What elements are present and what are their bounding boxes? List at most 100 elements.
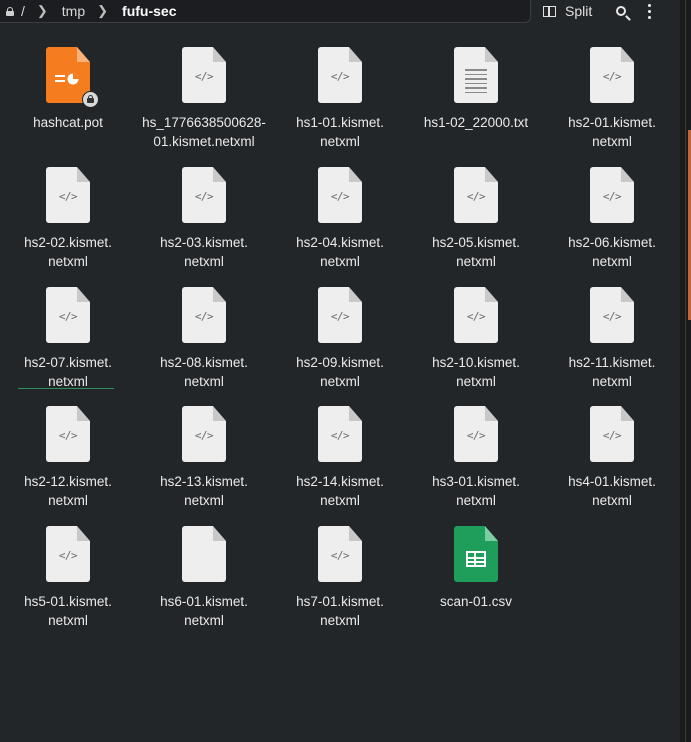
- file-item[interactable]: </> hs2-14.kismet. netxml: [272, 399, 408, 510]
- file-name-line: hs2-05.kismet.: [432, 235, 520, 250]
- file-name-line: netxml: [184, 374, 224, 389]
- code-file-icon: </>: [182, 47, 226, 103]
- file-name-line: hs2-07.kismet.: [24, 355, 112, 370]
- presentation-icon: [46, 47, 99, 108]
- text-file-icon: [454, 47, 498, 103]
- file-name-line: netxml: [184, 254, 224, 269]
- breadcrumb-item-tmp[interactable]: tmp: [62, 3, 85, 19]
- window-edge: [680, 0, 691, 742]
- code-file-icon: </>: [590, 406, 634, 462]
- code-file-icon: </>: [318, 406, 362, 462]
- code-file-icon: </>: [318, 287, 362, 343]
- file-item[interactable]: </> hs2-11.kismet. netxml: [544, 280, 680, 391]
- file-name: hs5-01.kismet. netxml: [0, 592, 136, 630]
- file-item[interactable]: </> hs2-12.kismet. netxml: [0, 399, 136, 510]
- code-glyph: </>: [602, 310, 622, 323]
- breadcrumb-root[interactable]: /: [21, 3, 25, 19]
- file-item[interactable]: </> hs1-01.kismet. netxml: [272, 40, 408, 151]
- file-item[interactable]: </> hs7-01.kismet. netxml: [272, 519, 408, 630]
- file-item[interactable]: </> hs_1776638500628- 01.kismet.netxml: [136, 40, 272, 151]
- file-item[interactable]: </> hs2-08.kismet. netxml: [136, 280, 272, 391]
- code-glyph: </>: [330, 310, 350, 323]
- file-name-line: netxml: [592, 374, 632, 389]
- file-name: hs2-03.kismet. netxml: [136, 233, 272, 271]
- file-item[interactable]: </> hs2-06.kismet. netxml: [544, 160, 680, 271]
- code-file-icon: </>: [46, 526, 90, 582]
- chevron-right-icon: ❯: [36, 3, 48, 18]
- file-name-line: hs7-01.kismet.: [296, 594, 384, 609]
- file-item[interactable]: hashcat.pot: [0, 40, 136, 132]
- code-glyph: </>: [194, 310, 214, 323]
- code-glyph: </>: [602, 429, 622, 442]
- file-item[interactable]: </> hs3-01.kismet. netxml: [408, 399, 544, 510]
- split-button[interactable]: Split: [543, 3, 592, 19]
- file-name-line: 01.kismet.netxml: [153, 134, 255, 149]
- file-name: hs7-01.kismet. netxml: [272, 592, 408, 630]
- file-item[interactable]: </> hs2-03.kismet. netxml: [136, 160, 272, 271]
- code-file-icon: </>: [590, 47, 634, 103]
- file-item[interactable]: hs6-01.kismet. netxml: [136, 519, 272, 630]
- file-item[interactable]: </> hs2-01.kismet. netxml: [544, 40, 680, 151]
- file-item[interactable]: </> hs2-07.kismet. netxml: [0, 280, 136, 391]
- file-item[interactable]: </> hs2-10.kismet. netxml: [408, 280, 544, 391]
- file-item[interactable]: hs1-02_22000.txt: [408, 40, 544, 132]
- code-glyph: </>: [602, 70, 622, 83]
- file-name-line: hs3-01.kismet.: [432, 474, 520, 489]
- breadcrumb-item-current[interactable]: fufu-sec: [122, 3, 176, 19]
- file-name-line: netxml: [320, 134, 360, 149]
- file-name-line: scan-01.csv: [439, 594, 513, 609]
- file-name-line: hs2-10.kismet.: [432, 355, 520, 370]
- file-name-line: hs2-12.kismet.: [24, 474, 112, 489]
- file-name-line: netxml: [592, 254, 632, 269]
- split-view-icon: [543, 5, 556, 17]
- file-name-line: hs2-09.kismet.: [296, 355, 384, 370]
- file-name-line: hs2-11.kismet.: [568, 355, 656, 370]
- code-glyph: </>: [194, 429, 214, 442]
- file-item[interactable]: </> hs2-02.kismet. netxml: [0, 160, 136, 271]
- code-file-icon: </>: [46, 406, 90, 462]
- file-item[interactable]: </> hs2-04.kismet. netxml: [272, 160, 408, 271]
- search-icon[interactable]: [616, 6, 627, 16]
- code-glyph: </>: [194, 70, 214, 83]
- code-file-icon: </>: [182, 406, 226, 462]
- code-glyph: </>: [330, 70, 350, 83]
- file-name-line: netxml: [48, 613, 88, 628]
- file-name-line: hs5-01.kismet.: [24, 594, 112, 609]
- file-name-line: hs2-03.kismet.: [160, 235, 248, 250]
- file-item[interactable]: </> hs2-09.kismet. netxml: [272, 280, 408, 391]
- spreadsheet-icon: [454, 526, 498, 582]
- file-item[interactable]: scan-01.csv: [408, 519, 544, 611]
- file-name: hs2-06.kismet. netxml: [544, 233, 680, 271]
- code-file-icon: </>: [182, 287, 226, 343]
- file-name-line: netxml: [456, 374, 496, 389]
- kebab-menu-icon[interactable]: [648, 3, 652, 19]
- file-item[interactable]: </> hs2-05.kismet. netxml: [408, 160, 544, 271]
- chevron-right-icon: ❯: [97, 3, 109, 18]
- file-name: hs2-10.kismet. netxml: [408, 353, 544, 391]
- file-name: hs2-12.kismet. netxml: [0, 472, 136, 510]
- path-bar[interactable]: / ❯ tmp ❯ fufu-sec: [0, 0, 531, 23]
- file-name: hs3-01.kismet. netxml: [408, 472, 544, 510]
- file-name: hs2-04.kismet. netxml: [272, 233, 408, 271]
- file-name: hs2-02.kismet. netxml: [0, 233, 136, 271]
- file-item[interactable]: </> hs4-01.kismet. netxml: [544, 399, 680, 510]
- file-name: scan-01.csv: [408, 592, 544, 611]
- lock-icon: [6, 6, 14, 16]
- file-item[interactable]: </> hs5-01.kismet. netxml: [0, 519, 136, 630]
- file-name-line: hs1-02_22000.txt: [423, 115, 529, 130]
- file-name-line: netxml: [184, 613, 224, 628]
- code-file-icon: </>: [454, 287, 498, 343]
- code-file-icon: </>: [318, 526, 362, 582]
- file-item[interactable]: </> hs2-13.kismet. netxml: [136, 399, 272, 510]
- breadcrumb: / ❯ tmp ❯ fufu-sec: [14, 3, 177, 19]
- code-file-icon: </>: [590, 167, 634, 223]
- file-name: hs2-07.kismet. netxml: [0, 353, 136, 391]
- toolbar: Split: [531, 0, 671, 22]
- file-name-line: netxml: [184, 493, 224, 508]
- file-name: hs2-05.kismet. netxml: [408, 233, 544, 271]
- file-name-line: netxml: [320, 254, 360, 269]
- code-glyph: </>: [330, 190, 350, 203]
- file-name: hs4-01.kismet. netxml: [544, 472, 680, 510]
- code-glyph: </>: [330, 429, 350, 442]
- file-name-line: hs4-01.kismet.: [568, 474, 656, 489]
